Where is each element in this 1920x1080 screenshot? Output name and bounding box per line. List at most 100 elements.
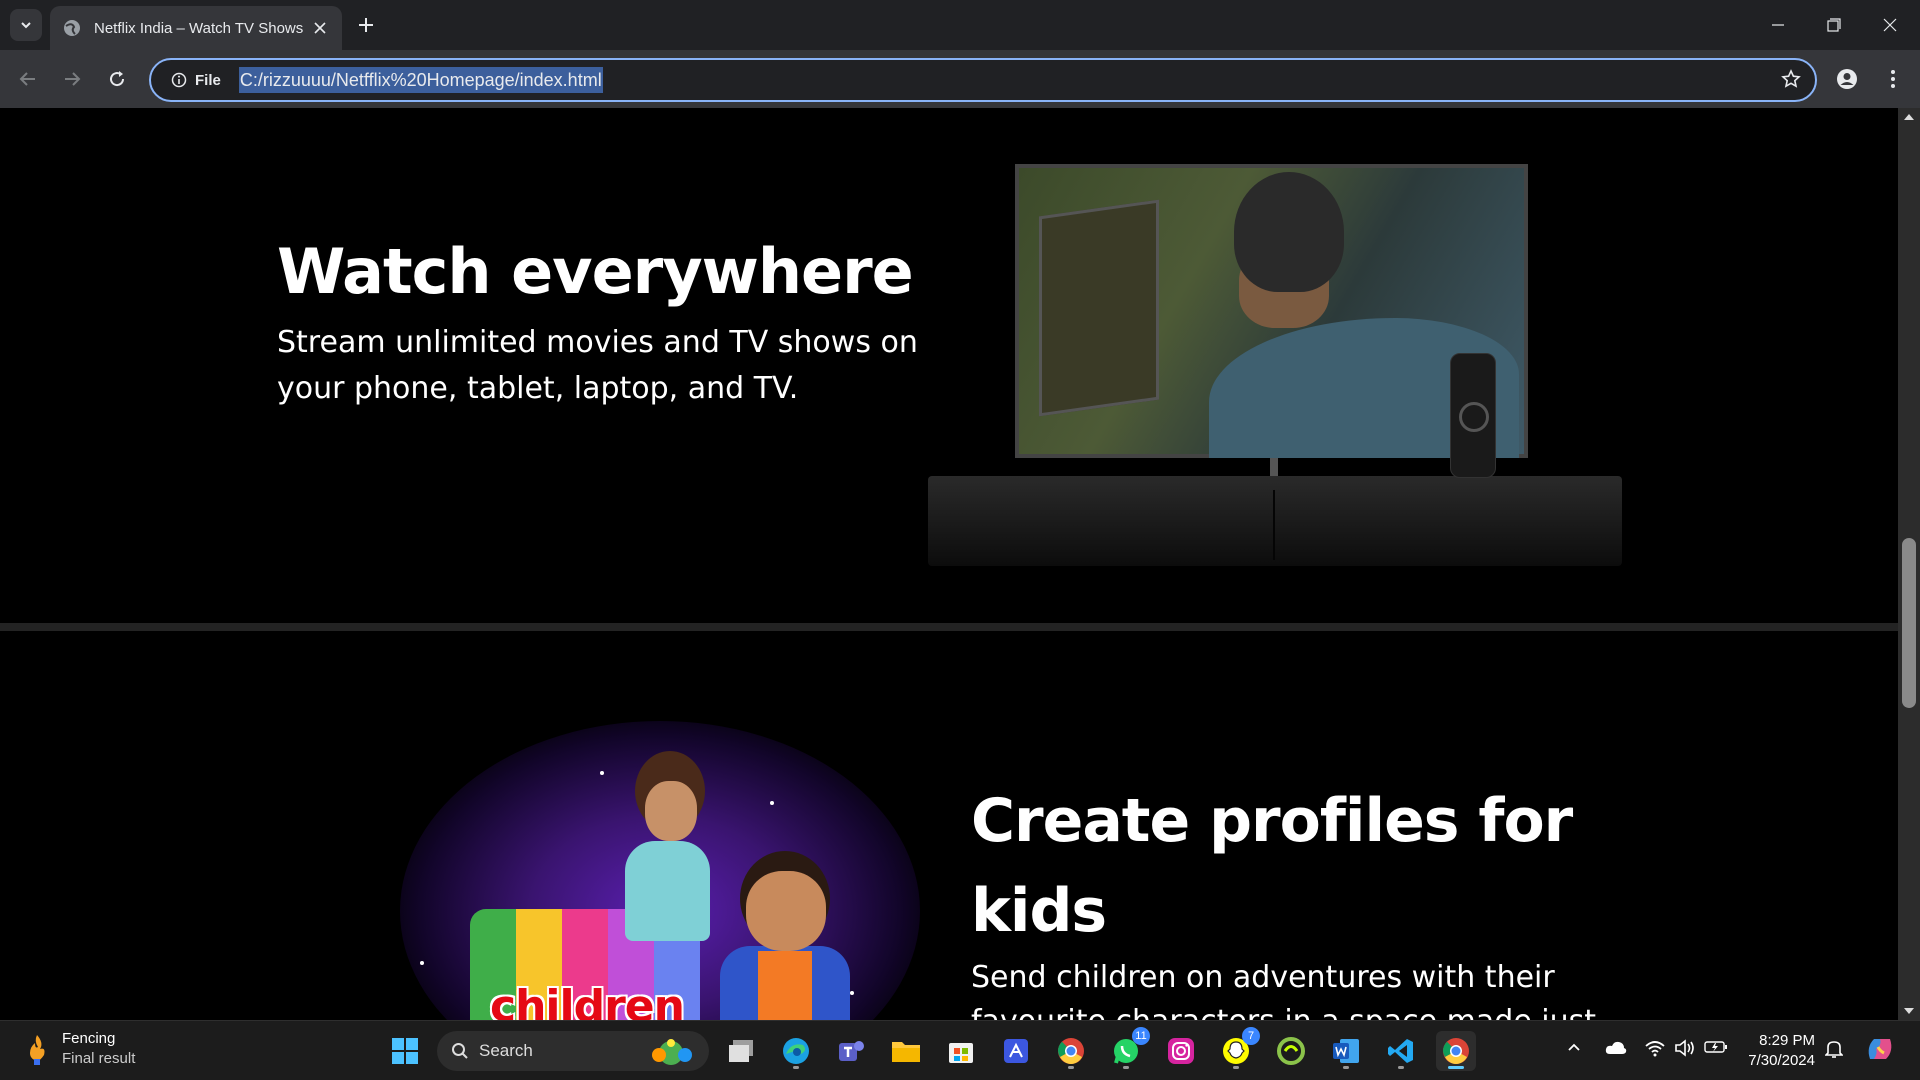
running-indicator	[1343, 1066, 1349, 1069]
active-indicator	[1448, 1066, 1464, 1069]
restore-button[interactable]	[1806, 0, 1862, 50]
browser-tab-active[interactable]: Netflix India – Watch TV Shows Online	[50, 6, 342, 50]
site-info-chip[interactable]: File	[163, 65, 229, 95]
speaker-icon	[1675, 1039, 1694, 1057]
notification-badge: 11	[1132, 1027, 1150, 1045]
tv-console	[928, 476, 1622, 566]
microsoft-store-icon	[949, 1043, 973, 1063]
section-heading: Create profiles for kids	[971, 786, 1573, 946]
girl-character	[615, 751, 715, 941]
snapchat-taskbar-button[interactable]: 7	[1216, 1027, 1260, 1071]
new-tab-button[interactable]	[352, 11, 380, 39]
taskbar-search[interactable]: Search	[437, 1031, 709, 1071]
edge-icon	[783, 1038, 809, 1064]
task-view-button[interactable]	[721, 1031, 761, 1071]
wifi-tray-icon[interactable]	[1644, 1039, 1666, 1057]
clock-date: 7/30/2024	[1748, 1052, 1815, 1069]
section-text: Stream unlimited movies and TV shows on …	[277, 325, 918, 406]
onedrive-tray-icon[interactable]	[1604, 1039, 1628, 1055]
copilot-button[interactable]	[1864, 1033, 1896, 1065]
boy-shirt	[758, 951, 812, 1020]
close-tab-icon[interactable]	[310, 18, 330, 38]
folder-icon	[892, 1042, 920, 1062]
instagram-icon	[1168, 1038, 1194, 1064]
battery-tray-icon[interactable]	[1704, 1039, 1728, 1055]
tab-strip: Netflix India – Watch TV Shows Online	[0, 0, 1920, 50]
chrome-icon	[1443, 1038, 1469, 1064]
address-bar[interactable]: File C:/rizzuuuu/Netfflix%20Homepage/ind…	[149, 58, 1817, 102]
whatsapp-taskbar-button[interactable]: 11	[1106, 1027, 1150, 1071]
scroll-down-arrow-icon[interactable]	[1904, 1008, 1914, 1014]
forward-button[interactable]	[55, 62, 89, 96]
vscode-taskbar-button[interactable]	[1381, 1031, 1421, 1071]
windows-logo-icon	[392, 1038, 418, 1064]
file-explorer-taskbar-button[interactable]	[886, 1031, 926, 1071]
store-taskbar-button[interactable]	[941, 1031, 981, 1071]
kids-image: children	[270, 661, 920, 1020]
reload-button[interactable]	[100, 62, 134, 96]
info-icon	[171, 72, 187, 88]
widget-subtitle: Final result	[62, 1050, 136, 1067]
tab-search-button[interactable]	[10, 9, 42, 41]
running-indicator	[1398, 1066, 1404, 1069]
running-indicator	[1233, 1066, 1239, 1069]
section-text: Send children on adventures with their f…	[971, 960, 1596, 1020]
restore-icon	[1827, 18, 1841, 32]
close-window-button[interactable]	[1862, 0, 1918, 50]
widgets-button[interactable]: Fencing Final result	[24, 1029, 135, 1069]
torch-icon	[30, 1035, 45, 1065]
person-icon	[1837, 69, 1857, 89]
cloud-icon	[1605, 1041, 1627, 1054]
vscode-icon	[1388, 1039, 1413, 1063]
battery-charging-icon	[1704, 1041, 1727, 1053]
kids-profiles-section: children Create profiles for kids Send c…	[0, 631, 1898, 1020]
boy-character	[710, 851, 860, 1020]
profile-button[interactable]	[1830, 62, 1864, 96]
girl-face	[645, 781, 697, 841]
app-taskbar-button[interactable]	[996, 1031, 1036, 1071]
bell-icon	[1825, 1041, 1843, 1058]
back-button[interactable]	[11, 62, 45, 96]
minimize-icon	[1772, 24, 1784, 26]
scene-person-turban	[1234, 172, 1344, 292]
copilot-icon	[1868, 1039, 1892, 1059]
word-taskbar-button[interactable]	[1326, 1031, 1366, 1071]
page-scrollbar[interactable]	[1898, 108, 1920, 1020]
close-icon	[1883, 18, 1897, 32]
globe-icon	[64, 20, 80, 36]
instagram-taskbar-button[interactable]	[1161, 1031, 1201, 1071]
chrome-taskbar-button[interactable]	[1051, 1031, 1091, 1071]
search-icon	[452, 1043, 468, 1059]
scene-cabinet	[1039, 199, 1159, 417]
url-text[interactable]: C:/rizzuuuu/Netfflix%20Homepage/index.ht…	[238, 67, 603, 93]
widget-title: Fencing	[62, 1030, 116, 1047]
start-button[interactable]	[385, 1031, 425, 1071]
scrollbar-thumb[interactable]	[1902, 538, 1916, 708]
app-taskbar-button[interactable]	[1271, 1031, 1311, 1071]
show-hidden-icons-button[interactable]	[1566, 1039, 1582, 1055]
search-label: Search	[479, 1041, 533, 1060]
bookmark-star-icon[interactable]	[1781, 69, 1801, 93]
browser-menu-button[interactable]	[1876, 62, 1910, 96]
search-highlight-icon	[652, 1039, 692, 1065]
sparkle	[770, 801, 774, 805]
green-swirl-app-icon	[1277, 1037, 1305, 1065]
edge-taskbar-button[interactable]	[776, 1031, 816, 1071]
arrow-left-icon	[19, 72, 35, 86]
watch-everywhere-section: Watch everywhere Stream unlimited movies…	[0, 108, 1898, 623]
section-heading: Watch everywhere	[277, 235, 914, 308]
taskbar-clock[interactable]: 8:29 PM 7/30/2024	[1735, 1031, 1815, 1071]
girl-body	[625, 841, 710, 941]
sparkle	[600, 771, 604, 775]
notifications-button[interactable]	[1825, 1039, 1843, 1059]
minimize-button[interactable]	[1750, 0, 1806, 50]
clock-time: 8:29 PM	[1759, 1032, 1815, 1049]
arrow-right-icon	[65, 72, 81, 86]
tab-title: Netflix India – Watch TV Shows Online	[94, 19, 304, 37]
teams-taskbar-button[interactable]	[831, 1031, 871, 1071]
running-indicator	[1123, 1066, 1129, 1069]
chrome-active-taskbar-button[interactable]	[1436, 1031, 1476, 1071]
scroll-up-arrow-icon[interactable]	[1904, 114, 1914, 120]
reload-icon	[110, 71, 125, 87]
volume-tray-icon[interactable]	[1674, 1039, 1696, 1057]
